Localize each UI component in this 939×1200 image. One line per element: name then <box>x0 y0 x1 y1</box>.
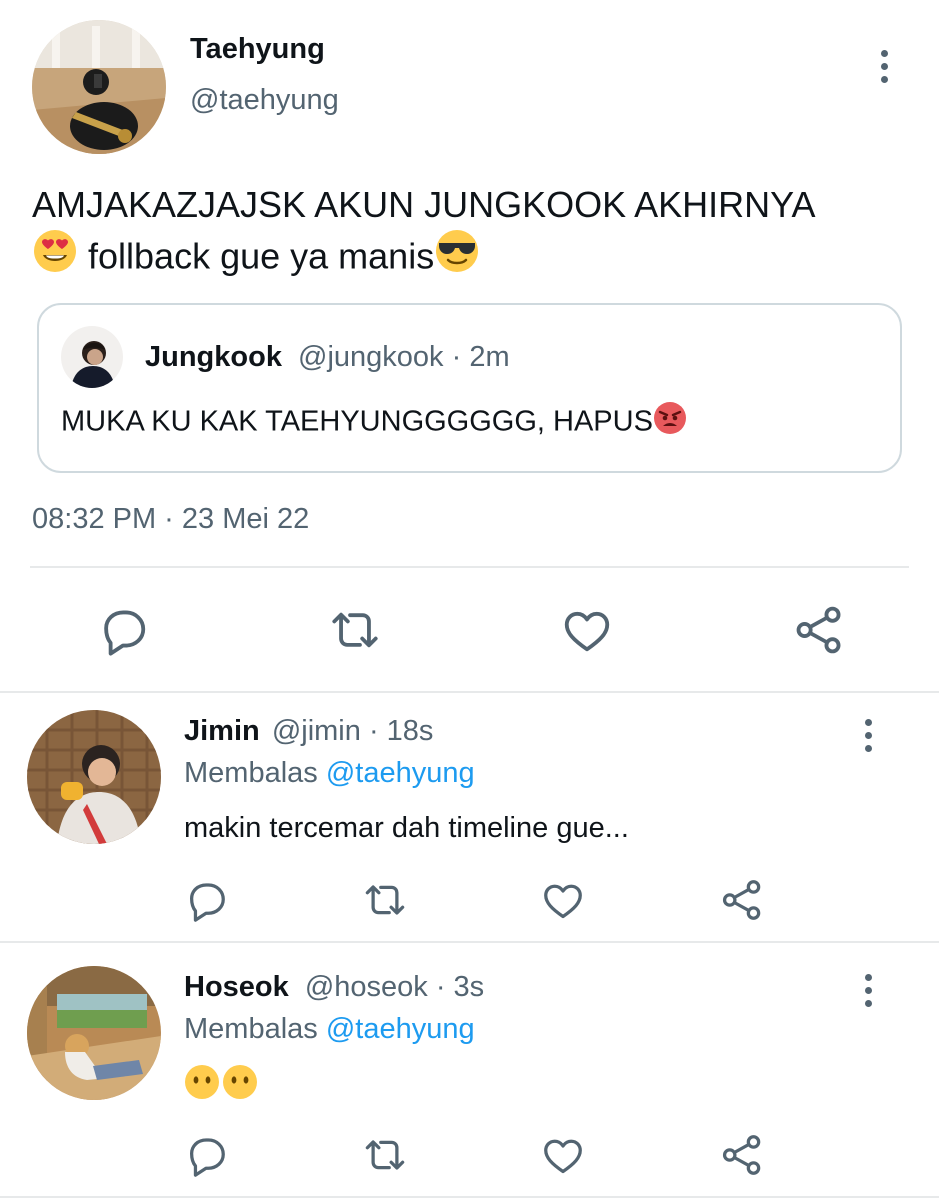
replying-to: Membalas @taehyung <box>184 1013 475 1046</box>
quoted-time: · 2m <box>451 341 510 373</box>
replying-to: Membalas @taehyung <box>184 757 475 790</box>
reply-time: · 3s <box>435 971 485 1003</box>
author-name[interactable]: Taehyung <box>190 33 325 66</box>
tweet-timestamp[interactable]: 08:32 PM · 23 Mei 22 <box>32 503 309 536</box>
more-icon <box>864 974 872 981</box>
reply-actions <box>183 1132 765 1178</box>
no-mouth-emoji-icon <box>184 1064 220 1100</box>
tweet-text-line1: AMJAKAZJAJSK AKUN JUNGKOOK AKHIRNYA <box>32 184 816 225</box>
replying-to-link[interactable]: @taehyung <box>326 757 475 789</box>
no-mouth-emoji-icon <box>222 1064 258 1100</box>
section-divider <box>0 1196 939 1198</box>
reply-time: · 18s <box>368 715 434 747</box>
author-avatar[interactable] <box>32 20 166 154</box>
author-handle[interactable]: @taehyung <box>190 84 339 117</box>
quoted-author-avatar <box>61 326 123 388</box>
reply-author-name[interactable]: Jimin <box>184 715 260 747</box>
angry-face-emoji-icon <box>653 401 687 435</box>
reply-emojis <box>184 1064 258 1100</box>
section-divider <box>0 941 939 943</box>
share-icon[interactable] <box>792 603 846 657</box>
retweet-icon[interactable] <box>362 1132 408 1178</box>
reply-author-name[interactable]: Hoseok <box>184 971 289 1003</box>
sunglasses-emoji-icon <box>434 228 480 274</box>
section-divider <box>0 691 939 693</box>
share-icon[interactable] <box>719 877 765 923</box>
reply-icon[interactable] <box>96 603 150 657</box>
heart-eyes-emoji-icon <box>32 228 78 274</box>
reply-author-avatar[interactable] <box>27 710 161 844</box>
more-icon <box>880 50 888 57</box>
quoted-text: MUKA KU KAK TAEHYUNGGGGGG, HAPUS <box>61 405 653 438</box>
replying-prefix: Membalas <box>184 757 318 789</box>
reply-author-handle[interactable]: @hoseok <box>305 971 428 1003</box>
quoted-text-row: MUKA KU KAK TAEHYUNGGGGGG, HAPUS <box>61 401 687 439</box>
quoted-header: Jungkook @jungkook · 2m <box>145 341 510 374</box>
tweet-text-line2: follback gue ya manis <box>88 235 435 277</box>
more-options-button[interactable] <box>862 719 874 752</box>
replying-to-link[interactable]: @taehyung <box>326 1013 475 1045</box>
reply-author-handle[interactable]: @jimin <box>272 715 361 747</box>
more-options-button[interactable] <box>862 974 874 1007</box>
timestamp-divider <box>30 566 909 568</box>
tweet-text: AMJAKAZJAJSK AKUN JUNGKOOK AKHIRNYA foll… <box>32 182 912 280</box>
reply-author-avatar[interactable] <box>27 966 161 1100</box>
reply-header: Jimin @jimin · 18s <box>184 715 433 748</box>
reply-text: makin tercemar dah timeline gue... <box>184 812 629 844</box>
like-icon[interactable] <box>560 603 614 657</box>
reply-header: Hoseok @hoseok · 3s <box>184 971 484 1004</box>
reply-icon[interactable] <box>183 1132 229 1178</box>
tweet-text-line2-row: follback gue ya manis <box>32 228 912 280</box>
more-icon <box>864 719 872 726</box>
retweet-icon[interactable] <box>362 877 408 923</box>
quoted-author-handle: @jungkook <box>298 341 444 373</box>
like-icon[interactable] <box>540 877 586 923</box>
main-tweet-actions <box>96 603 846 657</box>
like-icon[interactable] <box>540 1132 586 1178</box>
quoted-author-name: Jungkook <box>145 341 282 373</box>
quoted-tweet-card[interactable]: Jungkook @jungkook · 2m MUKA KU KAK TAEH… <box>37 303 902 473</box>
more-options-button[interactable] <box>878 50 890 83</box>
share-icon[interactable] <box>719 1132 765 1178</box>
reply-actions <box>183 877 765 923</box>
retweet-icon[interactable] <box>328 603 382 657</box>
replying-prefix: Membalas <box>184 1013 318 1045</box>
reply-icon[interactable] <box>183 877 229 923</box>
